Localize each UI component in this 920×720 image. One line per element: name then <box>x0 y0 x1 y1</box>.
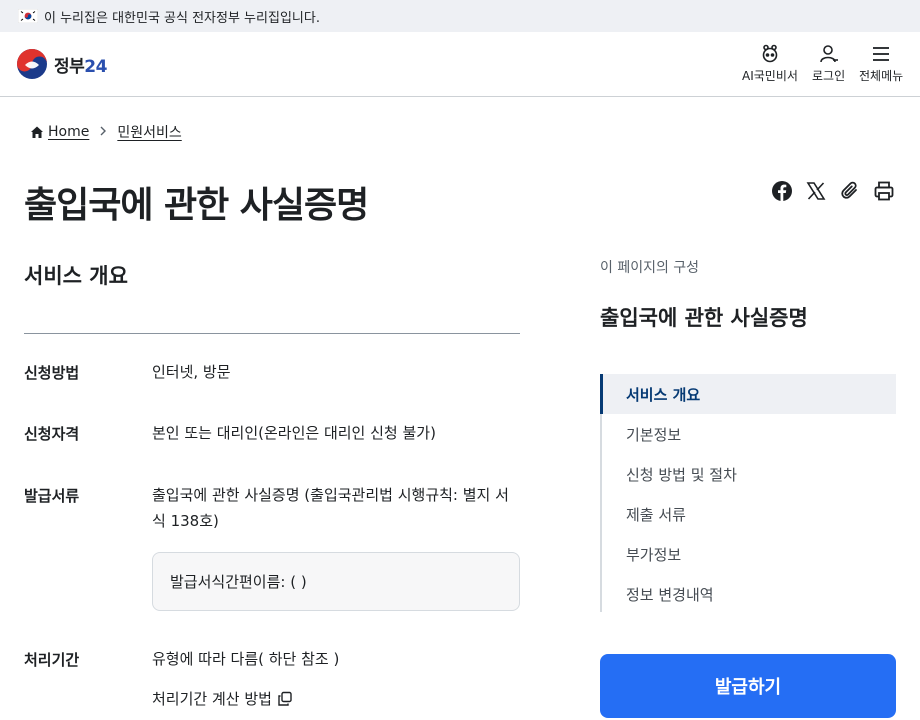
menu-icon <box>873 47 890 61</box>
row-label-method: 신청방법 <box>24 364 80 382</box>
row-value-method: 인터넷, 방문 <box>152 363 231 381</box>
korea-flag-icon <box>18 9 38 23</box>
toc-caption: 이 페이지의 구성 <box>600 260 700 276</box>
toc-item-overview[interactable]: 서비스 개요 <box>600 374 896 414</box>
section-divider <box>24 333 520 334</box>
page-title: 출입국에 관한 사실증명 <box>24 185 369 226</box>
breadcrumb-current-link[interactable]: 민원서비스 <box>117 122 181 142</box>
ai-assistant-icon <box>762 44 778 63</box>
facebook-icon <box>772 181 792 201</box>
issue-button[interactable]: 발급하기 <box>600 654 896 718</box>
row-label-documents: 발급서류 <box>24 487 80 505</box>
external-window-icon <box>278 691 292 706</box>
section-title-overview: 서비스 개요 <box>24 264 128 288</box>
login-button[interactable]: 로그인 <box>812 44 845 84</box>
chevron-right-icon <box>99 124 107 140</box>
row-label-eligibility: 신청자격 <box>24 425 80 443</box>
toc-nav: 서비스 개요 기본정보 신청 방법 및 절차 제출 서류 부가정보 정보 변경내… <box>600 374 896 612</box>
full-menu-button[interactable]: 전체메뉴 <box>859 44 903 84</box>
row-value-eligibility: 본인 또는 대리인(온라인은 대리인 신청 불가) <box>152 424 436 442</box>
breadcrumb: Home 민원서비스 <box>30 122 182 142</box>
x-share-button[interactable] <box>805 180 827 202</box>
processing-calc-label: 처리기간 계산 방법 <box>152 690 272 708</box>
logo-text: 정부24 <box>54 56 107 77</box>
toc-item-additional-info[interactable]: 부가정보 <box>602 534 896 574</box>
print-button[interactable] <box>873 180 895 202</box>
row-label-processing: 처리기간 <box>24 651 80 669</box>
form-name-box: 발급서식간편이름: ( ) <box>152 552 520 611</box>
toc-item-change-history[interactable]: 정보 변경내역 <box>602 574 896 614</box>
gov24-logo[interactable]: 정부24 <box>16 48 107 80</box>
user-icon <box>819 45 838 63</box>
gov-emblem-icon <box>17 49 47 79</box>
site-header: 정부24 AI국민비서 로그인 전체메뉴 <box>0 32 920 97</box>
gov-banner: 이 누리집은 대한민국 공식 전자정부 누리집입니다. <box>0 0 920 32</box>
print-icon <box>874 181 894 201</box>
link-clip-icon <box>841 181 857 199</box>
copy-link-button[interactable] <box>839 180 861 202</box>
x-icon <box>806 182 826 200</box>
row-value-processing: 유형에 따라 다름( 하단 참조 ) <box>152 650 340 668</box>
home-icon <box>31 126 43 138</box>
breadcrumb-home-link[interactable]: Home <box>48 124 89 140</box>
form-name-text: 발급서식간편이름: ( ) <box>170 573 307 591</box>
ai-assistant-label: AI국민비서 <box>742 69 798 83</box>
full-menu-label: 전체메뉴 <box>859 69 904 83</box>
gov-banner-text: 이 누리집은 대한민국 공식 전자정부 누리집입니다. <box>44 10 320 26</box>
ai-assistant-button[interactable]: AI국민비서 <box>742 44 798 84</box>
processing-calc-link[interactable]: 처리기간 계산 방법 <box>152 688 293 709</box>
toc-item-basic-info[interactable]: 기본정보 <box>602 414 896 454</box>
issue-button-label: 발급하기 <box>714 677 782 698</box>
login-label: 로그인 <box>812 69 846 83</box>
toc-title: 출입국에 관한 사실증명 <box>600 306 808 330</box>
row-value-documents: 출입국에 관한 사실증명 (출입국관리법 시행규칙: 별지 서식 138호) <box>152 486 509 530</box>
facebook-share-button[interactable] <box>771 180 793 202</box>
toc-item-documents[interactable]: 제출 서류 <box>602 494 896 534</box>
toc-item-method-procedure[interactable]: 신청 방법 및 절차 <box>602 454 896 494</box>
